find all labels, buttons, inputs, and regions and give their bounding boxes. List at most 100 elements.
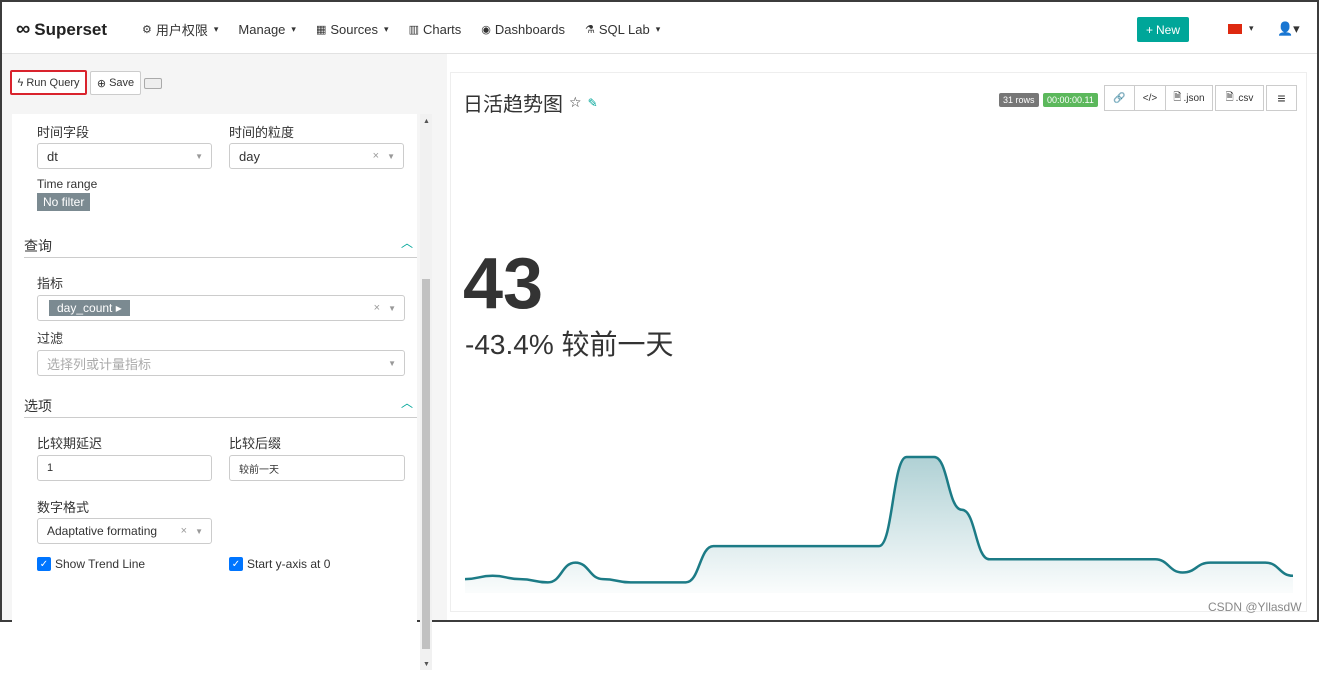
csv-label: .csv bbox=[1235, 92, 1254, 104]
embed-button[interactable]: </> bbox=[1134, 85, 1166, 111]
dashboard-icon: ◉ bbox=[481, 24, 491, 36]
table-icon: ▦ bbox=[315, 24, 327, 36]
clear-icon[interactable]: × bbox=[181, 525, 187, 537]
link-button[interactable]: 🔗 bbox=[1104, 85, 1135, 111]
nav-item-charts[interactable]: ▥ Charts bbox=[409, 20, 462, 39]
chevron-down-icon: ▾ bbox=[213, 24, 219, 34]
star-icon[interactable]: ☆ bbox=[569, 94, 582, 111]
nav-menu: ⚙ 用户权限 ▾ Manage ▾ ▦ Sources ▾ ▥ Charts ◉ Dashbo… bbox=[142, 20, 680, 39]
app-name: Superset bbox=[34, 19, 108, 39]
edit-icon[interactable]: ✎ bbox=[588, 96, 598, 110]
chevron-up-icon: ︿ bbox=[400, 236, 413, 250]
flask-icon: ⚗ bbox=[585, 24, 595, 36]
compare-suffix-value: 较前一天 bbox=[239, 464, 279, 476]
options-section-header[interactable]: 选项 ︿ bbox=[24, 394, 417, 418]
save-button[interactable]: ⊕ Save bbox=[90, 71, 141, 95]
run-query-button[interactable]: ϟ Run Query bbox=[10, 70, 87, 95]
watermark: CSDN @YllasdW bbox=[1208, 600, 1302, 614]
file-icon: 🗎 bbox=[1225, 91, 1234, 103]
brand[interactable]: ∞ Superset bbox=[16, 18, 107, 41]
export-csv-button[interactable]: 🗎 .csv bbox=[1215, 85, 1264, 111]
time-range-badge[interactable]: No filter bbox=[37, 193, 91, 211]
show-trend-checkbox[interactable]: ✓ Show Trend Line bbox=[37, 557, 145, 571]
compare-lag-label: 比较期延迟 bbox=[37, 436, 103, 451]
chevron-down-icon: ▼ bbox=[388, 304, 396, 313]
metric-label: 指标 bbox=[37, 276, 64, 291]
language-flag-icon[interactable] bbox=[1228, 24, 1242, 34]
big-number: 43 bbox=[463, 244, 544, 324]
big-number-subheader: -43.4% 较前一天 bbox=[465, 329, 674, 360]
nav-item-label: Dashboards bbox=[494, 22, 565, 37]
nav-item-sqllab[interactable]: ⚗ SQL Lab ▾ bbox=[585, 20, 660, 39]
compare-lag-value: 1 bbox=[47, 462, 54, 474]
save-label: Save bbox=[109, 77, 135, 89]
chevron-down-icon: ▾ bbox=[384, 24, 389, 34]
granularity-value: day bbox=[239, 148, 260, 164]
run-query-label: Run Query bbox=[26, 76, 80, 89]
chevron-down-icon: ▼ bbox=[388, 359, 396, 368]
nav-item-label: Manage bbox=[238, 22, 286, 37]
clear-icon[interactable]: × bbox=[374, 302, 380, 314]
number-format-select[interactable]: Adaptative formating × ▼ bbox=[37, 518, 212, 544]
compare-lag-input[interactable]: 1 bbox=[37, 455, 212, 481]
code-icon: </> bbox=[1142, 92, 1158, 104]
time-column-label: 时间字段 bbox=[37, 125, 90, 140]
query-section-title: 查询 bbox=[24, 238, 52, 254]
control-panel: ϟ Run Query ⊕ Save 时间字段 dt ▼ 时间的粒度 day × ▼ Ti… bbox=[2, 54, 447, 674]
scroll-down-icon[interactable]: ▼ bbox=[423, 661, 430, 668]
plus-icon: + bbox=[1145, 22, 1153, 37]
filter-select[interactable]: 选择列或计量指标 ▼ bbox=[37, 350, 405, 376]
scroll-up-icon[interactable]: ▲ bbox=[423, 118, 430, 125]
nav-item-label: SQL Lab bbox=[598, 22, 650, 37]
bar-chart-icon: ▥ bbox=[408, 24, 419, 36]
compare-suffix-input[interactable]: 较前一天 bbox=[229, 455, 405, 481]
controls-body: 时间字段 dt ▼ 时间的粒度 day × ▼ Time range No filte… bbox=[12, 114, 417, 674]
chevron-down-icon: ▾ bbox=[291, 24, 296, 34]
time-column-select[interactable]: dt ▼ bbox=[37, 143, 212, 169]
chevron-down-icon: ▾ bbox=[655, 24, 661, 34]
checkmark-icon: ✓ bbox=[37, 557, 51, 571]
nav-item-dashboards[interactable]: ◉ Dashboards bbox=[481, 20, 565, 39]
number-format-value: Adaptative formating bbox=[47, 524, 158, 538]
time-range-label: Time range bbox=[37, 177, 98, 191]
nav-item-security[interactable]: ⚙ 用户权限 ▾ bbox=[142, 20, 218, 39]
filter-placeholder: 选择列或计量指标 bbox=[47, 356, 152, 372]
chart-title-row: 日活趋势图 ☆ ✎ bbox=[463, 88, 598, 117]
chart-title[interactable]: 日活趋势图 bbox=[463, 88, 563, 117]
chevron-down-icon[interactable]: ▾ bbox=[1249, 23, 1254, 34]
gears-icon: ⚙ bbox=[142, 24, 152, 36]
granularity-label: 时间的粒度 bbox=[229, 125, 295, 140]
new-button-label: New bbox=[1156, 22, 1181, 37]
nav-item-sources[interactable]: ▦ Sources ▾ bbox=[316, 20, 389, 39]
export-json-button[interactable]: 🗎 .json bbox=[1165, 85, 1213, 111]
nav-item-label: 用户权限 bbox=[155, 23, 208, 38]
link-icon: 🔗 bbox=[1113, 92, 1126, 104]
plus-circle-icon: ⊕ bbox=[96, 77, 107, 90]
new-button[interactable]: + New bbox=[1137, 17, 1189, 42]
user-icon[interactable]: 👤▾ bbox=[1277, 21, 1300, 37]
checkmark-icon: ✓ bbox=[229, 557, 243, 571]
start-y-zero-checkbox[interactable]: ✓ Start y-axis at 0 bbox=[229, 557, 330, 571]
chevron-down-icon: ▼ bbox=[387, 152, 395, 161]
hamburger-icon: ≡ bbox=[1277, 90, 1286, 106]
filter-label: 过滤 bbox=[37, 331, 64, 346]
controls-scrollbar[interactable]: ▲ ▼ bbox=[420, 114, 432, 670]
scrollbar-thumb[interactable] bbox=[422, 279, 430, 649]
granularity-select[interactable]: day × ▼ bbox=[229, 143, 404, 169]
keyboard-icon[interactable] bbox=[144, 78, 162, 89]
query-section-header[interactable]: 查询 ︿ bbox=[24, 234, 417, 258]
chevron-down-icon: ▼ bbox=[195, 152, 203, 161]
file-icon: 🗎 bbox=[1173, 91, 1182, 103]
clear-icon[interactable]: × bbox=[373, 150, 379, 162]
nav-item-manage[interactable]: Manage ▾ bbox=[238, 20, 296, 39]
query-time-badge: 00:00:00.11 bbox=[1043, 93, 1098, 107]
metric-tag[interactable]: day_count ▸ bbox=[49, 300, 130, 316]
compare-suffix-label: 比较后缀 bbox=[229, 436, 282, 451]
nav-item-label: Sources bbox=[330, 22, 379, 37]
metric-tag-label: day_count bbox=[57, 301, 113, 315]
chevron-down-icon: ▼ bbox=[195, 527, 203, 536]
chart-panel: 日活趋势图 ☆ ✎ 31 rows 00:00:00.11 🔗 </> 🗎 .js… bbox=[450, 72, 1307, 612]
menu-button[interactable]: ≡ bbox=[1266, 85, 1297, 111]
options-section-title: 选项 bbox=[24, 398, 52, 414]
row-count-badge: 31 rows bbox=[999, 93, 1039, 107]
